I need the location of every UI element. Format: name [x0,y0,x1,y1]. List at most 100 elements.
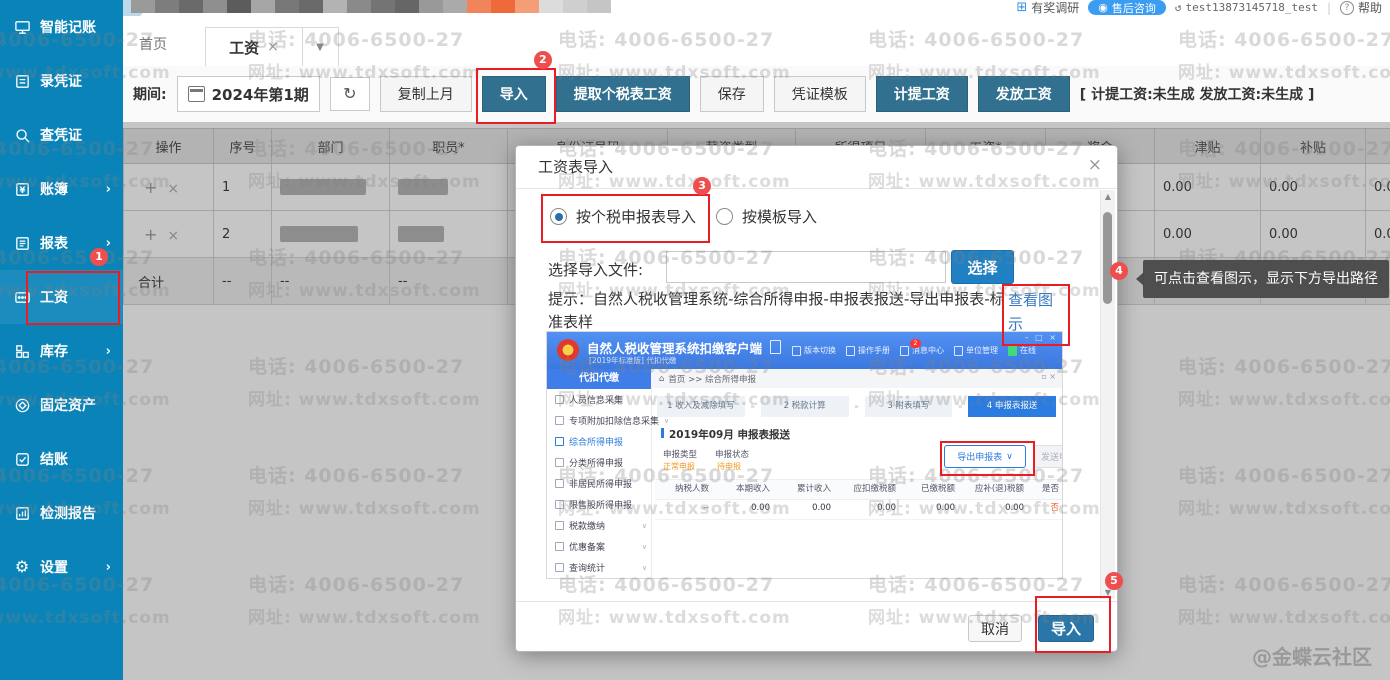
sidebar-item-报表[interactable]: 报表› [0,216,123,270]
tax-nav-item: 优惠备案∨ [547,536,651,557]
toolbar-button-提取个税表工资[interactable]: 提取个税表工资 [556,76,690,112]
chevron-right-icon: › [106,344,111,359]
sidebar-item-库存[interactable]: 库存› [0,324,123,378]
redacted-block [395,0,419,13]
sidebar-item-账簿[interactable]: ¥ 账簿 › [0,162,123,216]
sidebar-item-检测报告[interactable]: 检测报告 [0,486,123,540]
sidebar-item-工资[interactable]: 工资 [0,270,123,324]
view-illustration-link[interactable]: 查看图示 [1008,288,1060,336]
redacted-block [419,0,443,13]
scrollbar-thumb[interactable] [1103,212,1112,304]
sidebar-item-label: 账簿 [40,179,68,199]
tax-col-header: 应扣缴税额 [836,480,901,499]
radio-unselected-icon [716,208,733,225]
chevron-right-icon: › [106,236,111,251]
support-button[interactable]: ◉售后咨询 [1088,0,1166,15]
hint-text: 提示：自然人税收管理系统-综合所得申报-申报表报送-导出申报表-标准表样 [548,288,1010,334]
tab-salary[interactable]: 工资 × [205,27,303,67]
salary-import-modal: 工资表导入 × 按个税申报表导入 按模板导入 选择导入文件: 选择 提示：自然人… [515,145,1118,652]
tab-home[interactable]: 首页 [139,34,167,54]
tax-col-header: 本期收入 [714,480,775,499]
import-file-input[interactable] [666,251,946,283]
scroll-down-icon[interactable]: ▼ [1101,588,1115,597]
decl-status-label: 申报状态 [715,448,749,460]
sidebar-item-label: 设置 [40,557,68,577]
redacted-block [227,0,251,13]
divider: | [1327,1,1331,15]
tax-client-titlebar: 自然人税收管理系统扣缴客户端 [2019年标准版] 代扣代缴 版本切换操作手册消… [547,332,1062,369]
decl-status-value: 待申报 [717,461,741,472]
toolbar-button-复制上月[interactable]: 复制上月 [380,76,472,112]
period-label: 期间: [133,84,167,104]
window-controls-icon: – □ × [1025,333,1058,342]
decl-type-label: 申报类型 [663,448,697,460]
refresh-button[interactable]: ↻ [330,77,370,111]
modal-scrollbar[interactable]: ▲ ▼ [1100,190,1115,599]
tax-nav-item: 限售股所得申报 [547,494,651,515]
redacted-block [131,0,155,13]
help-link[interactable]: ?帮助 [1340,0,1382,16]
national-emblem-icon [557,339,579,361]
tax-col-header: 已缴税额 [901,480,960,499]
toolbar-button-保存[interactable]: 保存 [700,76,764,112]
ledger-icon: ¥ [13,180,31,198]
period-value: 2024年第1期 [212,84,309,105]
cancel-button[interactable]: 取消 [968,615,1022,642]
radio-import-by-tax-form[interactable]: 按个税申报表导入 [550,206,696,227]
home-icon: ⌂ [659,374,664,384]
tax-menu-icon [900,346,909,356]
toolbar-button-导入[interactable]: 导入 [482,76,546,112]
tax-nav-label: 税款缴纳 [569,519,605,532]
username[interactable]: ↺test13873145718_test [1175,1,1318,14]
voucher-search-icon [13,126,31,144]
toolbar-button-凭证模板[interactable]: 凭证模板 [774,76,866,112]
import-button[interactable]: 导入 [1038,615,1094,642]
sidebar-item-固定资产[interactable]: 固定资产 [0,378,123,432]
toolbar-button-计提工资[interactable]: 计提工资 [876,76,968,112]
survey-link[interactable]: ⊞有奖调研 [1016,0,1079,16]
sidebar-item-智能记账[interactable]: 智能记账 [0,0,123,54]
tax-nav-label: 人员信息采集 [569,393,623,406]
radio-import-by-template[interactable]: 按模板导入 [716,206,817,227]
top-header-links: ⊞有奖调研 ◉售后咨询 ↺test13873145718_test | ?帮助 [1016,0,1382,15]
tax-nav-item: 查询统计∨ [547,557,651,578]
choose-file-button[interactable]: 选择 [951,250,1014,284]
tax-menu-icon [846,346,855,356]
chevron-right-icon: › [106,182,111,197]
tax-menu-item: 版本切换 [792,345,836,356]
tax-menu-item: 消息中心2 [900,345,944,356]
tax-cell: 0.00 [714,498,775,519]
tax-menu-label: 版本切换 [804,345,836,356]
chevron-right-icon: › [106,560,111,575]
tax-nav-item: 非居民所得申报 [547,473,651,494]
redacted-block [323,0,347,13]
tab-dropdown-button[interactable]: ▼ [302,27,339,67]
tax-nav-item: 综合所得申报 [547,431,651,452]
export-label: 导出申报表 [957,450,1002,463]
radio-template-label: 按模板导入 [742,206,817,227]
send-declaration-button: 发送申报 [1033,445,1062,468]
svg-text:¥: ¥ [19,185,25,195]
sidebar-item-结账[interactable]: 结账 [0,432,123,486]
tax-menu-item: 单位管理 [954,345,998,356]
toolbar-button-发放工资[interactable]: 发放工资 [978,76,1070,112]
tax-client-steps: 1 收入及减除填写»2 税款计算»3 附表填写»4 申报表报送 [657,396,1056,417]
tax-nav-icon [555,542,564,551]
close-icon[interactable]: × [267,39,279,55]
chevron-down-icon: ∨ [1006,452,1013,462]
sidebar-item-录凭证[interactable]: 录凭证 [0,54,123,108]
tax-nav-label: 查询统计 [569,561,605,574]
payroll-status-text: [ 计提工资:未生成 发放工资:未生成 ] [1080,84,1315,104]
sidebar-item-设置[interactable]: ⚙设置› [0,540,123,594]
radio-selected-icon [550,208,567,225]
sidebar-item-label: 结账 [40,449,68,469]
tax-nav-icon [555,500,564,509]
tax-client-subtitle: [2019年标准版] 代扣代缴 [589,355,676,366]
tax-col-header: 纳税人数 [655,480,714,499]
doc-icon [770,340,781,354]
close-icon[interactable]: × [1088,157,1102,174]
scroll-up-icon[interactable]: ▲ [1101,192,1115,201]
sidebar-item-查凭证[interactable]: 查凭证 [0,108,123,162]
period-selector[interactable]: 2024年第1期 [177,76,320,112]
help-label: 帮助 [1358,0,1382,16]
